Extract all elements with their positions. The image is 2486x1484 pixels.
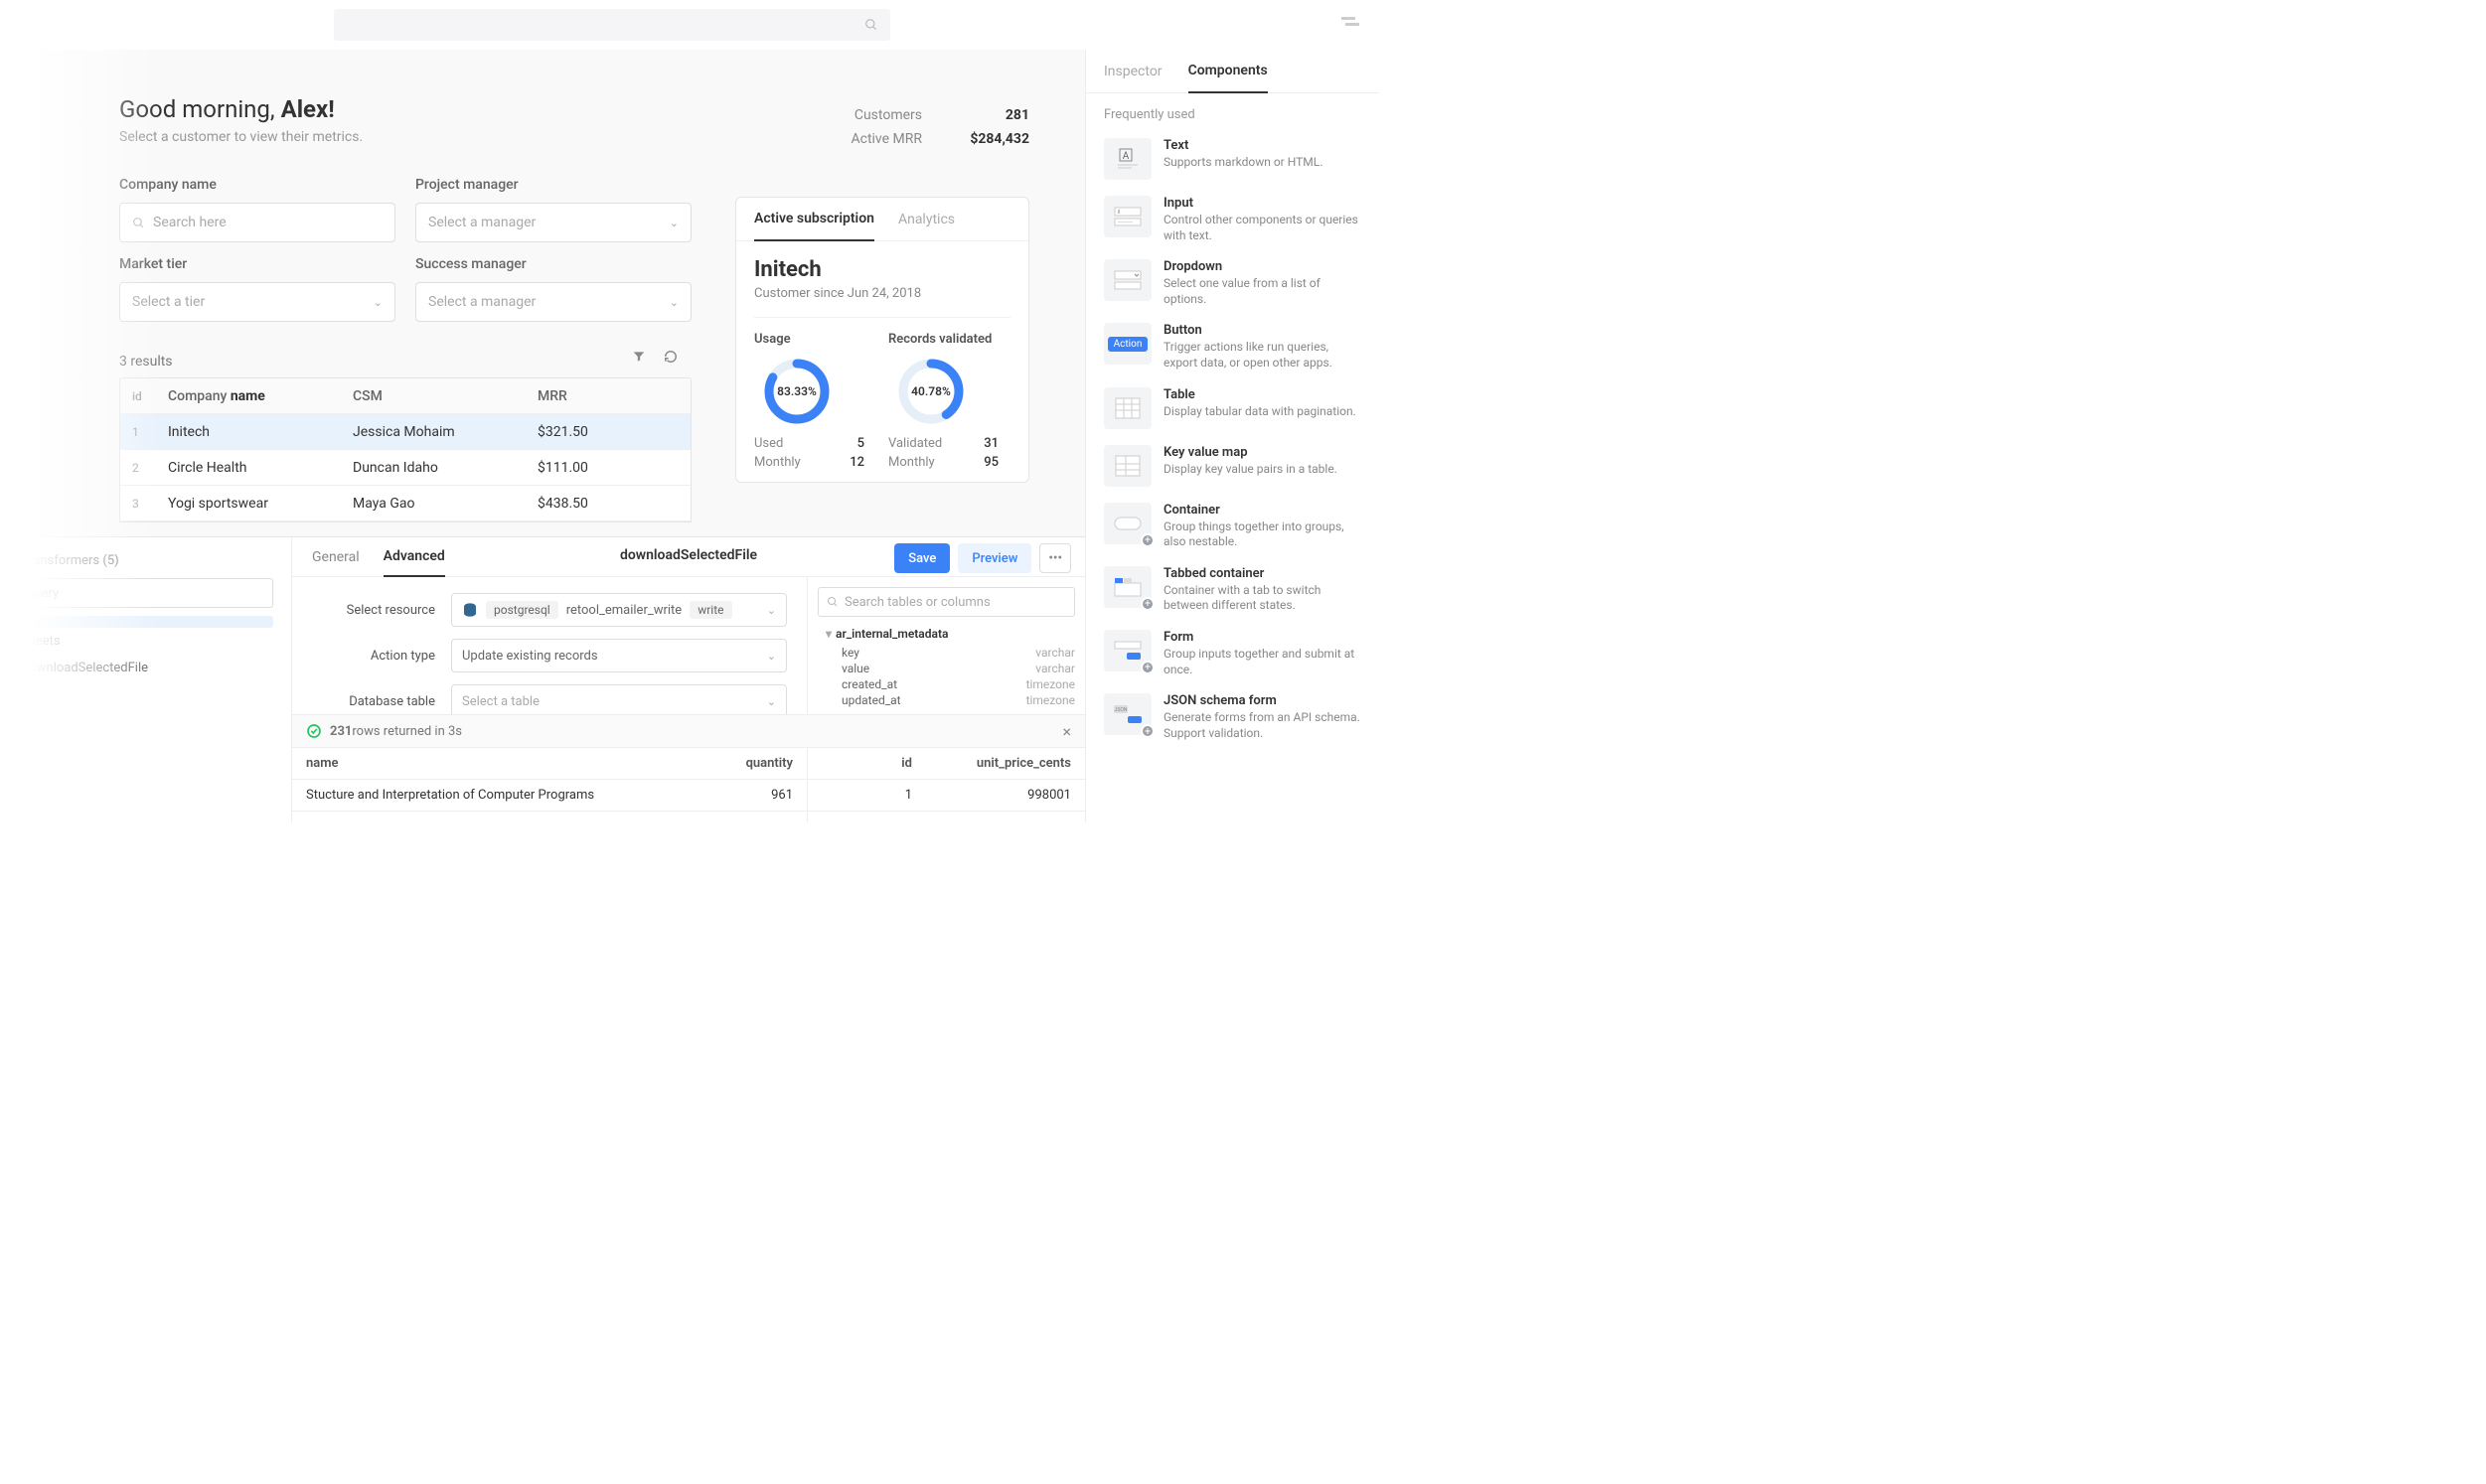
customer-since: Customer since Jun 24, 2018 — [754, 286, 1010, 301]
component-table[interactable]: TableDisplay tabular data with paginatio… — [1086, 379, 1379, 437]
component-dropdown[interactable]: DropdownSelect one value from a list of … — [1086, 251, 1379, 315]
close-icon[interactable]: × — [1062, 722, 1071, 741]
filter-icon[interactable] — [632, 350, 646, 364]
sidebar-item[interactable]: downloadSelectedFile — [18, 655, 273, 681]
tab-analytics[interactable]: Analytics — [898, 198, 955, 241]
transformer-search[interactable]: query — [18, 578, 273, 608]
json-icon: JSON — [1112, 703, 1144, 725]
menu-icon[interactable] — [1341, 15, 1359, 35]
chevron-down-icon: ⌄ — [374, 296, 383, 309]
refresh-icon[interactable] — [664, 350, 678, 364]
component-form[interactable]: + FormGroup inputs together and submit a… — [1086, 622, 1379, 685]
chevron-down-icon: ⌄ — [767, 650, 776, 663]
results-count: 3 results — [119, 354, 173, 370]
tab-components[interactable]: Components — [1188, 50, 1268, 93]
company-name-input[interactable]: Search here — [119, 203, 395, 242]
chevron-down-icon: ⌄ — [767, 604, 776, 617]
save-button[interactable]: Save — [894, 543, 950, 573]
metrics-block: Customers281 Active MRR$284,432 — [829, 107, 1029, 155]
chevron-down-icon: ⌄ — [670, 296, 679, 309]
table-icon — [1114, 396, 1142, 420]
query-status: 231 rows returned in 3s × — [292, 714, 1085, 748]
tab-advanced[interactable]: Advanced — [384, 537, 445, 577]
result-row[interactable]: Stucture and Interpretation of Computer … — [292, 780, 1085, 812]
action-type-select[interactable]: Update existing records⌄ — [451, 639, 787, 672]
button-icon: Action — [1108, 337, 1149, 352]
search-icon — [827, 596, 839, 608]
section-header: Frequently used — [1086, 93, 1379, 130]
global-search-input[interactable] — [334, 9, 890, 41]
usage-donut: 83.33% — [762, 357, 832, 426]
query-editor-pane: Transformers (5) query sheets downloadSe… — [0, 536, 1085, 822]
query-title: downloadSelectedFile — [620, 547, 757, 563]
table-row[interactable]: 2Circle HealthDuncan Idaho$111.00 — [120, 450, 691, 486]
market-tier-label: Market tier — [119, 256, 187, 272]
database-table-select[interactable]: Select a table⌄ — [451, 684, 787, 718]
customer-name: Initech — [754, 257, 1010, 282]
component-container[interactable]: + ContainerGroup things together into gr… — [1086, 495, 1379, 558]
postgres-icon — [462, 602, 478, 618]
resource-select[interactable]: postgresql retool_emailer_write write ⌄ — [451, 593, 787, 627]
component-button[interactable]: Action ButtonTrigger actions like run qu… — [1086, 315, 1379, 378]
market-tier-select[interactable]: Select a tier⌄ — [119, 282, 395, 322]
sidebar-item[interactable]: sheets — [18, 628, 273, 655]
results-table: id Company name CSM MRR 1InitechJessica … — [119, 377, 692, 522]
project-manager-label: Project manager — [415, 177, 519, 193]
chevron-down-icon: ⌄ — [670, 217, 679, 229]
sidebar-item[interactable]: e — [18, 681, 273, 708]
search-icon — [864, 18, 878, 32]
result-table: name quantity id unit_price_cents Stuctu… — [292, 748, 1085, 822]
kvmap-icon — [1114, 454, 1142, 478]
search-icon — [132, 217, 145, 229]
chevron-down-icon: ⌄ — [767, 695, 776, 708]
greeting: Good morning, Alex! — [119, 95, 335, 123]
dropdown-icon — [1113, 269, 1143, 291]
project-manager-select[interactable]: Select a manager⌄ — [415, 203, 692, 242]
table-row[interactable]: 1InitechJessica Mohaim$321.50 — [120, 414, 691, 450]
tabbed-icon — [1113, 576, 1143, 598]
success-icon — [306, 723, 322, 739]
records-donut: 40.78% — [896, 357, 966, 426]
schema-table[interactable]: ▾ar_internal_metadata — [826, 627, 1075, 641]
success-manager-label: Success manager — [415, 256, 527, 272]
greeting-subtitle: Select a customer to view their metrics. — [119, 129, 363, 145]
more-button[interactable]: ••• — [1039, 543, 1071, 573]
component-kvmap[interactable]: Key value mapDisplay key value pairs in … — [1086, 437, 1379, 495]
component-input[interactable]: InputControl other components or queries… — [1086, 188, 1379, 251]
success-manager-select[interactable]: Select a manager⌄ — [415, 282, 692, 322]
component-tabbed-container[interactable]: + Tabbed containerContainer with a tab t… — [1086, 558, 1379, 622]
subscription-card: Active subscription Analytics Initech Cu… — [735, 197, 1029, 483]
components-panel: Inspector Components Frequently used A T… — [1085, 50, 1379, 822]
container-icon — [1113, 514, 1143, 533]
component-json-form[interactable]: JSON+ JSON schema formGenerate forms fro… — [1086, 685, 1379, 749]
tab-inspector[interactable]: Inspector — [1104, 50, 1163, 93]
input-icon — [1113, 206, 1143, 227]
tab-active-subscription[interactable]: Active subscription — [754, 198, 874, 241]
component-text[interactable]: A TextSupports markdown or HTML. — [1086, 130, 1379, 188]
schema-search[interactable]: Search tables or columns — [818, 587, 1075, 617]
sidebar-item[interactable] — [18, 616, 273, 628]
text-icon: A — [1114, 147, 1142, 171]
company-name-label: Company name — [119, 177, 217, 193]
preview-button[interactable]: Preview — [958, 543, 1031, 573]
tab-general[interactable]: General — [312, 537, 360, 577]
svg-text:A: A — [1123, 151, 1130, 162]
form-icon — [1113, 640, 1143, 662]
svg-text:JSON: JSON — [1115, 707, 1128, 713]
table-row[interactable]: 3Yogi sportswearMaya Gao$438.50 — [120, 486, 691, 521]
